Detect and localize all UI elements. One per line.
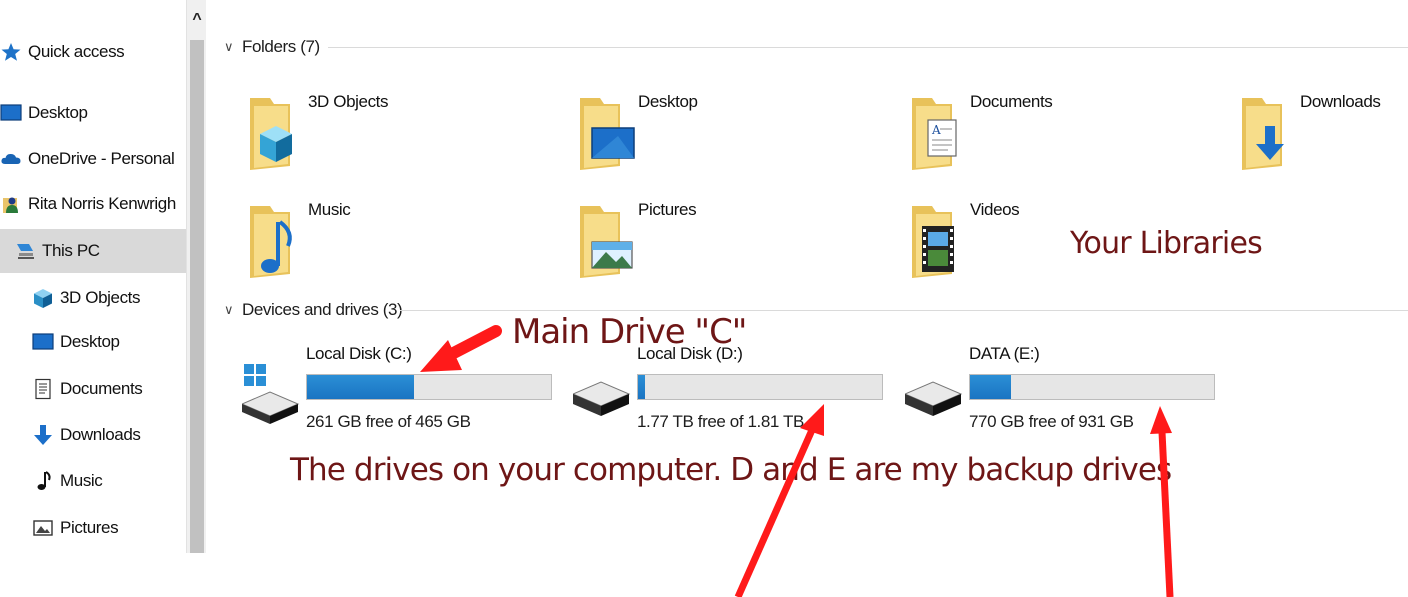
drive-free-space: 261 GB free of 465 GB bbox=[306, 412, 471, 431]
drive-c[interactable]: Local Disk (C:) 261 GB free of 465 GB bbox=[240, 344, 562, 454]
folders-header-label: Folders (7) bbox=[242, 37, 320, 56]
nav-scrollbar[interactable]: ^ bbox=[186, 0, 206, 553]
desktop-icon bbox=[32, 331, 54, 353]
drive-d[interactable]: Local Disk (D:) 1.77 TB free of 1.81 TB bbox=[571, 344, 893, 454]
nav-documents[interactable]: Documents bbox=[0, 369, 186, 409]
folder-downloads[interactable]: Downloads bbox=[1240, 92, 1408, 192]
folder-music[interactable]: Music bbox=[248, 200, 548, 300]
drive-usage-bar bbox=[306, 374, 552, 400]
folder-label: 3D Objects bbox=[308, 92, 389, 111]
libraries-annotation: Your Libraries bbox=[1070, 226, 1263, 261]
nav-desktop[interactable]: Desktop bbox=[0, 322, 186, 362]
hard-drive-icon bbox=[571, 372, 633, 442]
cloud-icon bbox=[0, 148, 22, 170]
folder-desktop[interactable]: Desktop bbox=[578, 92, 878, 192]
computer-icon bbox=[14, 240, 36, 262]
desktop-icon bbox=[0, 102, 22, 124]
drive-usage-fill bbox=[970, 375, 1012, 399]
cube-icon bbox=[32, 287, 54, 309]
drive-e[interactable]: DATA (E:) 770 GB free of 931 GB bbox=[903, 344, 1225, 454]
nav-label: This PC bbox=[42, 241, 100, 260]
drive-usage-fill bbox=[307, 375, 415, 399]
section-divider bbox=[400, 310, 1408, 311]
chevron-down-icon: ∨ bbox=[224, 39, 234, 54]
nav-onedrive[interactable]: OneDrive - Personal bbox=[0, 139, 186, 179]
nav-desktop-root[interactable]: Desktop bbox=[0, 93, 186, 133]
folder-pictures[interactable]: Pictures bbox=[578, 200, 878, 300]
desktop-folder-icon bbox=[578, 96, 638, 176]
nav-pictures[interactable]: Pictures bbox=[0, 508, 186, 548]
nav-music[interactable]: Music bbox=[0, 461, 186, 501]
downloads-folder-icon bbox=[1240, 96, 1300, 176]
folder-label: Desktop bbox=[638, 92, 698, 111]
folder-label: Documents bbox=[970, 92, 1053, 111]
folder-documents[interactable]: A Documents bbox=[910, 92, 1210, 192]
drive-free-space: 1.77 TB free of 1.81 TB bbox=[637, 412, 804, 431]
nav-label: Desktop bbox=[60, 332, 120, 351]
music-note-icon bbox=[32, 470, 54, 492]
nav-3d-objects[interactable]: 3D Objects bbox=[0, 278, 186, 318]
download-arrow-icon bbox=[32, 424, 54, 446]
scroll-thumb[interactable] bbox=[190, 40, 204, 553]
drive-label: Local Disk (C:) bbox=[306, 344, 412, 363]
nav-label: Quick access bbox=[28, 42, 125, 61]
picture-icon bbox=[32, 517, 54, 539]
scroll-up-button[interactable]: ^ bbox=[187, 8, 207, 32]
windows-drive-icon bbox=[240, 360, 302, 430]
nav-label: Downloads bbox=[60, 425, 141, 444]
user-folder-icon bbox=[0, 193, 22, 215]
drives-section-header[interactable]: ∨ Devices and drives (3) bbox=[224, 297, 403, 323]
main-drive-annotation: Main Drive "C" bbox=[512, 312, 747, 352]
nav-this-pc[interactable]: This PC bbox=[0, 229, 186, 273]
nav-label: 3D Objects bbox=[60, 288, 141, 307]
nav-label: Desktop bbox=[28, 103, 88, 122]
nav-label: Pictures bbox=[60, 518, 119, 537]
music-folder-icon bbox=[248, 204, 308, 284]
drives-header-label: Devices and drives (3) bbox=[242, 300, 403, 319]
drive-free-space: 770 GB free of 931 GB bbox=[969, 412, 1134, 431]
drives-note-annotation: The drives on your computer. D and E are… bbox=[290, 452, 1172, 488]
svg-text:A: A bbox=[931, 123, 941, 137]
folder-label: Pictures bbox=[638, 200, 697, 219]
hard-drive-icon bbox=[903, 372, 965, 442]
nav-label: Music bbox=[60, 471, 103, 490]
nav-label: Documents bbox=[60, 379, 143, 398]
document-icon bbox=[32, 378, 54, 400]
drive-usage-bar bbox=[637, 374, 883, 400]
3d-objects-folder-icon bbox=[248, 96, 308, 176]
nav-downloads[interactable]: Downloads bbox=[0, 415, 186, 455]
section-divider bbox=[328, 47, 1408, 48]
videos-folder-icon bbox=[910, 204, 970, 284]
navigation-pane: Quick access Desktop OneDrive - Personal… bbox=[0, 0, 186, 553]
folder-3d-objects[interactable]: 3D Objects bbox=[248, 92, 548, 192]
drive-usage-bar bbox=[969, 374, 1215, 400]
folder-label: Videos bbox=[970, 200, 1020, 219]
star-icon bbox=[0, 41, 22, 63]
documents-folder-icon: A bbox=[910, 96, 970, 176]
nav-quick-access[interactable]: Quick access bbox=[0, 32, 186, 72]
drive-label: DATA (E:) bbox=[969, 344, 1040, 363]
pictures-folder-icon bbox=[578, 204, 638, 284]
folder-label: Downloads bbox=[1300, 92, 1381, 111]
chevron-down-icon: ∨ bbox=[224, 302, 234, 317]
nav-label: OneDrive - Personal bbox=[28, 149, 175, 168]
nav-label: Rita Norris Kenwrigh bbox=[28, 194, 176, 213]
nav-user-folder[interactable]: Rita Norris Kenwrigh bbox=[0, 184, 186, 224]
folder-label: Music bbox=[308, 200, 351, 219]
drive-usage-fill bbox=[638, 375, 646, 399]
folders-section-header[interactable]: ∨ Folders (7) bbox=[224, 34, 320, 60]
